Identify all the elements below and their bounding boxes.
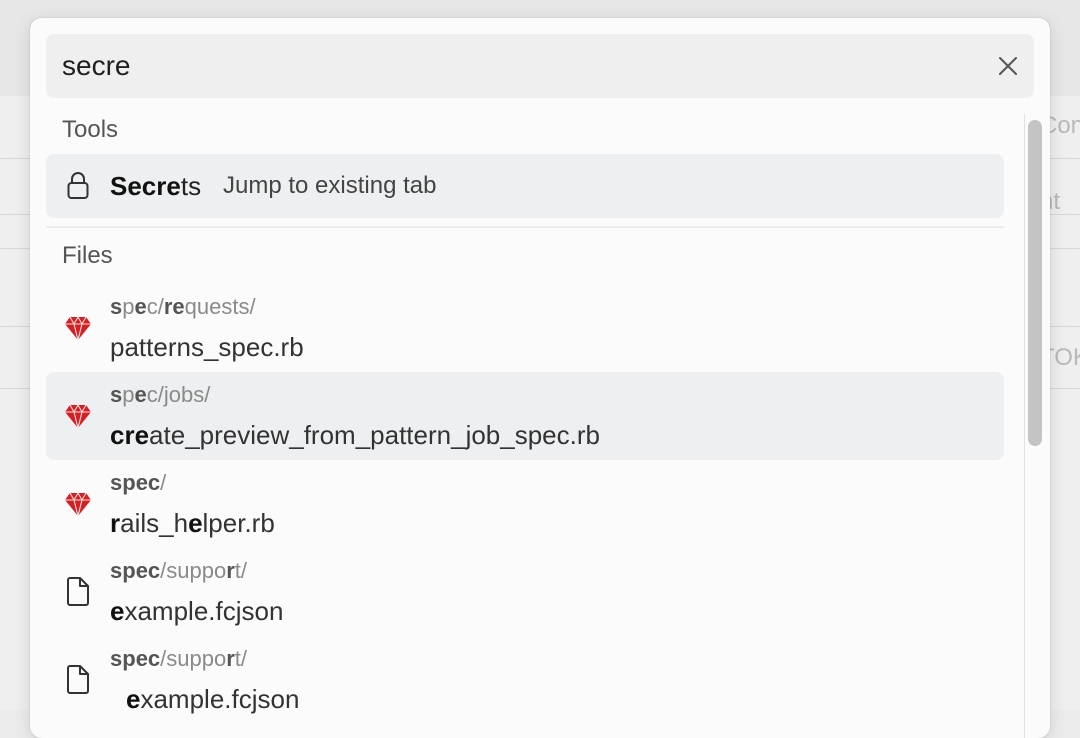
file-icon	[64, 664, 92, 696]
file-item[interactable]: spec/requests/ patterns_spec.rb	[46, 284, 1004, 372]
file-name: create_preview_from_pattern_job_spec.rb	[110, 420, 600, 451]
tool-hint: Jump to existing tab	[223, 154, 436, 218]
file-item[interactable]: spec/jobs/ create_preview_from_pattern_j…	[46, 372, 1004, 460]
file-icon	[64, 576, 92, 608]
file-path: spec/support/	[110, 558, 247, 584]
file-item[interactable]: spec/support/ example.fcjson	[46, 636, 1004, 724]
section-divider	[46, 226, 1004, 228]
file-name: example.fcjson	[126, 684, 299, 715]
scrollbar-track[interactable]	[1024, 114, 1025, 738]
tool-name-match: Secre	[110, 171, 181, 201]
file-name: example.fcjson	[110, 596, 283, 627]
command-palette: Tools Secrets Jump to existing tab Files…	[30, 18, 1050, 738]
ruby-icon	[64, 400, 92, 432]
section-label-files: Files	[62, 242, 113, 270]
file-path: spec/support/	[110, 646, 247, 672]
file-path: spec/	[110, 470, 166, 496]
ruby-icon	[64, 312, 92, 344]
file-path: spec/requests/	[110, 294, 256, 320]
scrollbar-thumb[interactable]	[1028, 120, 1042, 446]
file-path: spec/jobs/	[110, 382, 210, 408]
file-name: patterns_spec.rb	[110, 332, 304, 363]
tool-name-rest: ts	[181, 171, 201, 201]
tool-name: Secrets	[110, 154, 201, 218]
close-icon	[997, 55, 1019, 77]
section-label-tools: Tools	[62, 116, 118, 144]
search-bar	[46, 34, 1034, 98]
search-input[interactable]	[62, 34, 962, 98]
file-name: rails_helper.rb	[110, 508, 275, 539]
file-item[interactable]: spec/ rails_helper.rb	[46, 460, 1004, 548]
clear-search-button[interactable]	[992, 50, 1024, 82]
lock-icon	[64, 170, 92, 202]
ruby-icon	[64, 488, 92, 520]
file-item[interactable]: spec/support/ example.fcjson	[46, 548, 1004, 636]
tool-item-secrets[interactable]: Secrets Jump to existing tab	[46, 154, 1004, 218]
